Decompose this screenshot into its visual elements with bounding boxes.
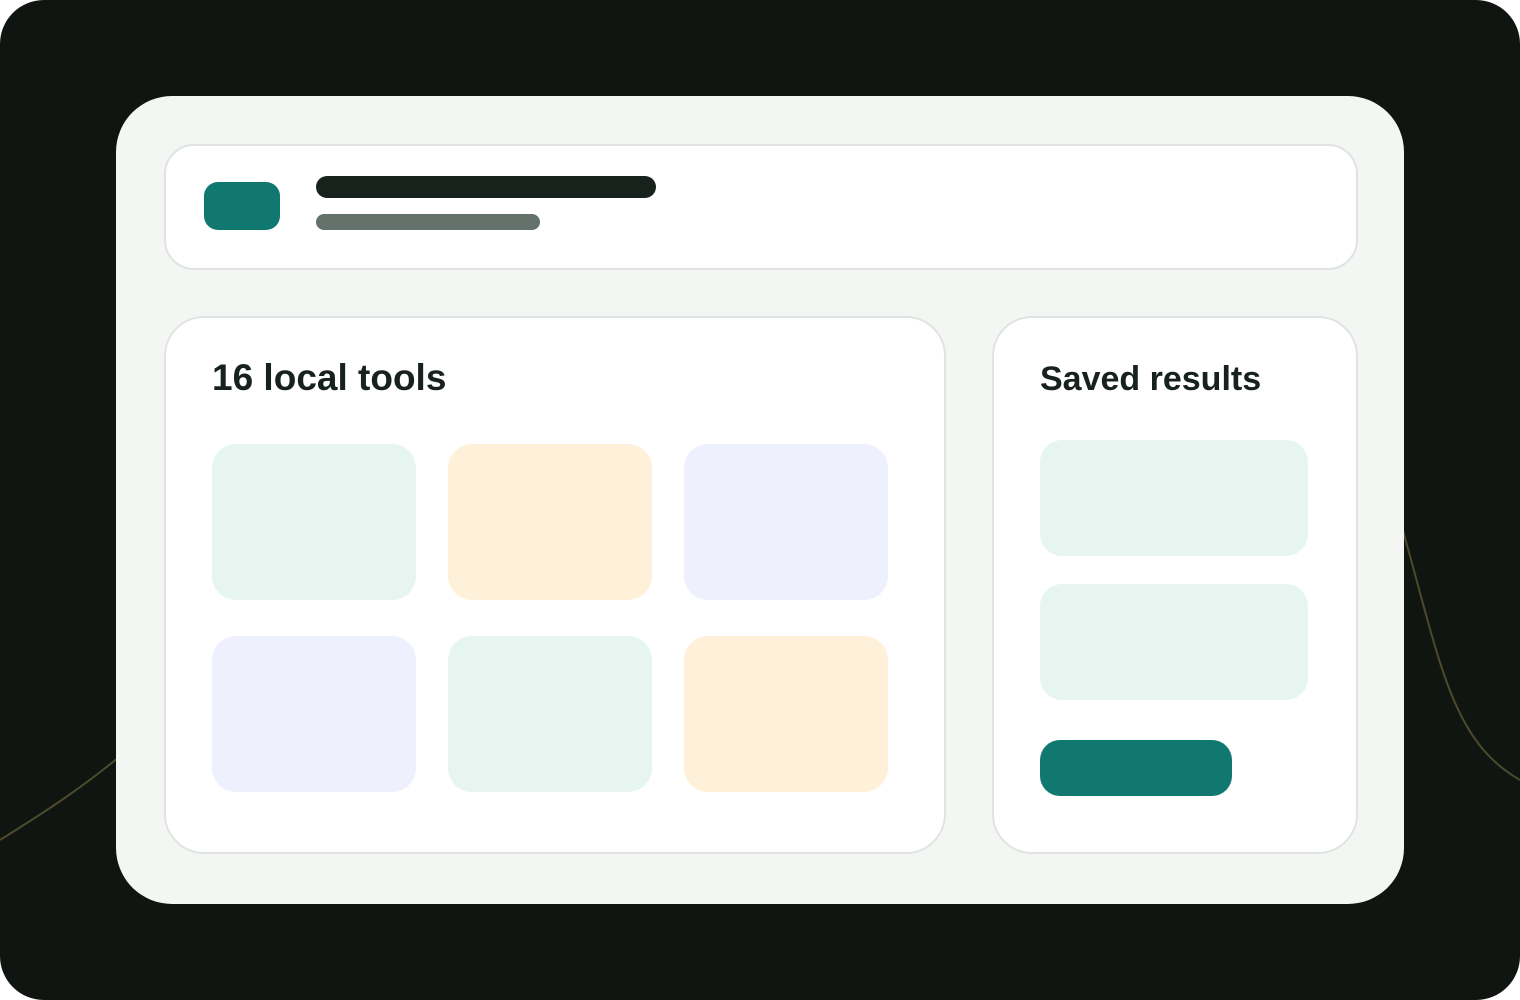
- subtitle-placeholder-bar: [316, 214, 540, 230]
- saved-results-action-button[interactable]: [1040, 740, 1232, 796]
- tool-tile[interactable]: [448, 444, 652, 600]
- tools-panel: 16 local tools: [164, 316, 946, 854]
- tool-tile[interactable]: [684, 444, 888, 600]
- saved-results-panel: Saved results: [992, 316, 1358, 854]
- app-window: 16 local tools Saved results: [116, 96, 1404, 904]
- tool-tile[interactable]: [212, 444, 416, 600]
- app-background: 16 local tools Saved results: [0, 0, 1520, 1000]
- decorative-curve-left: [0, 747, 131, 841]
- title-placeholder-bar: [316, 176, 656, 198]
- saved-results-title: Saved results: [1040, 360, 1262, 398]
- saved-result-item[interactable]: [1040, 584, 1308, 700]
- tool-tile[interactable]: [448, 636, 652, 792]
- tools-title: 16 local tools: [212, 357, 447, 398]
- header-bar: [164, 144, 1358, 270]
- tool-tile[interactable]: [684, 636, 888, 792]
- tool-tile[interactable]: [212, 636, 416, 792]
- decorative-curve-right: [1399, 519, 1520, 781]
- saved-result-item[interactable]: [1040, 440, 1308, 556]
- logo-icon[interactable]: [204, 182, 280, 230]
